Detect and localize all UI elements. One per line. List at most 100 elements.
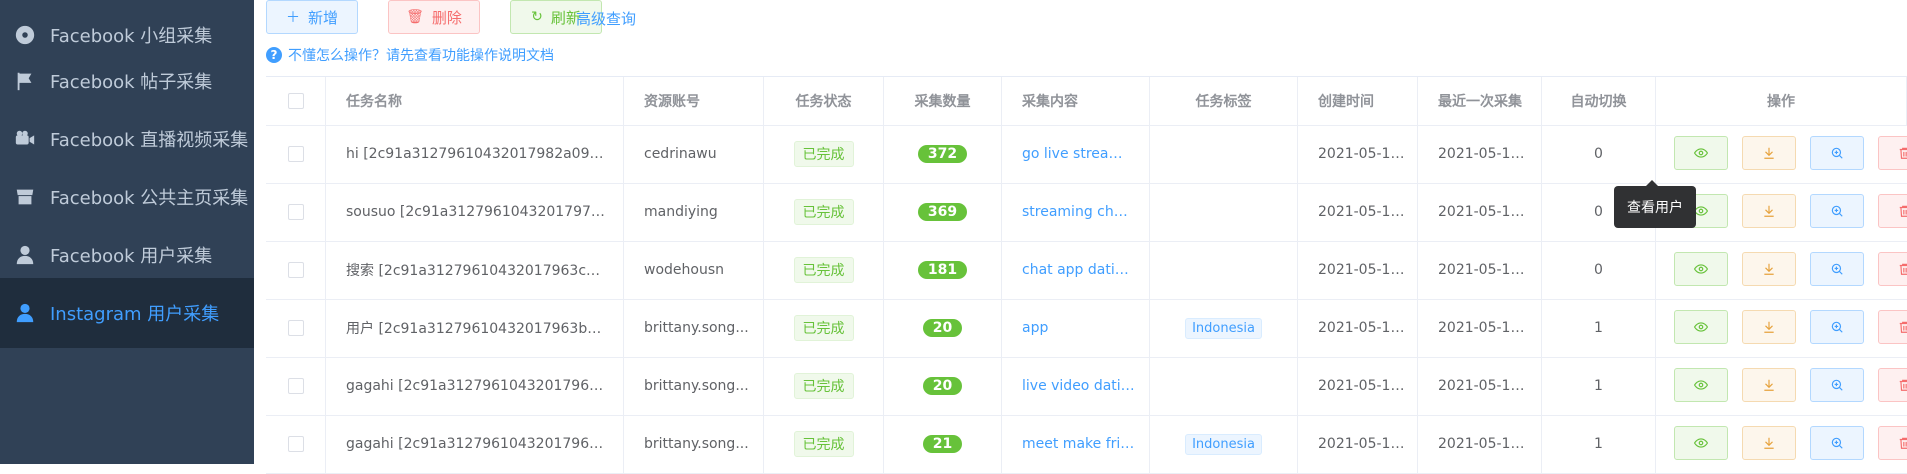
created-cell: 2021-05-19 ... (1298, 125, 1418, 183)
task-name: gagahi [2c91a312796104320179637a00... (346, 436, 608, 452)
download-button[interactable] (1742, 310, 1796, 344)
delete-row-button[interactable] (1878, 252, 1907, 286)
row-select-cell (266, 183, 326, 241)
advanced-query-link[interactable]: 高级查询 (576, 8, 636, 29)
download-icon (1762, 204, 1776, 218)
count-cell: 369 (884, 183, 1002, 241)
flag-icon (14, 70, 36, 92)
row-checkbox[interactable] (287, 262, 304, 278)
sidebar-item-instagram-user[interactable]: Instagram 用户采集 (0, 278, 254, 348)
header-actions: 操作 (1656, 77, 1907, 125)
sidebar-item-label: Instagram 用户采集 (50, 304, 220, 325)
view-user-button[interactable] (1674, 368, 1728, 402)
download-button[interactable] (1742, 368, 1796, 402)
collect-content-link[interactable]: streaming chat d (1022, 204, 1135, 220)
group-icon (14, 24, 36, 46)
user-icon (14, 302, 36, 324)
task-name-cell: hi [2c91a31279610432017982a09ffe5fd8] (326, 125, 624, 183)
view-user-tooltip: 查看用户 (1614, 180, 1696, 228)
select-all-checkbox[interactable] (287, 93, 304, 109)
header-task-name: 任务名称 (326, 77, 624, 125)
search-detail-button[interactable] (1810, 136, 1864, 170)
table-row: gagahi [2c91a31279610432017963847c... bri… (266, 357, 1907, 416)
collect-content-link[interactable]: go live streaming (1022, 146, 1135, 162)
task-name: gagahi [2c91a31279610432017963847c... (346, 378, 608, 394)
task-table: 任务名称 资源账号 任务状态 采集数量 采集内容 任务标签 创建时间 最近一次采… (266, 76, 1907, 474)
row-select-cell (266, 415, 326, 473)
download-button[interactable] (1742, 194, 1796, 228)
sidebar-item-label: Facebook 帖子采集 (50, 72, 213, 93)
eye-icon (1694, 378, 1708, 392)
trash-icon (1898, 262, 1907, 276)
search-detail-button[interactable] (1810, 426, 1864, 460)
download-icon (1762, 378, 1776, 392)
collect-content-link[interactable]: app (1022, 320, 1048, 336)
last-collect-time: 2021-05-17 ... (1438, 204, 1533, 220)
header-auto-switch: 自动切换 (1542, 77, 1656, 125)
row-select-cell (266, 125, 326, 183)
row-checkbox[interactable] (287, 146, 304, 162)
trash-icon (1898, 378, 1907, 392)
download-button[interactable] (1742, 252, 1796, 286)
content-cell: chat app dating li (1002, 241, 1150, 299)
table-row: 用户 [2c91a31279610432017963b3b3d... britta… (266, 299, 1907, 358)
download-button[interactable] (1742, 136, 1796, 170)
content-cell: app (1002, 299, 1150, 357)
created-time: 2021-05-13 ... (1318, 436, 1413, 452)
actions-cell (1656, 125, 1907, 183)
add-button[interactable]: ＋ 新增 (266, 0, 358, 34)
view-user-button[interactable] (1674, 252, 1728, 286)
collect-content-link[interactable]: live video dating (1022, 378, 1135, 394)
add-button-label: 新增 (307, 8, 338, 27)
tag-cell: Indonesia (1150, 415, 1298, 473)
view-user-button[interactable] (1674, 310, 1728, 344)
search-detail-button[interactable] (1810, 310, 1864, 344)
download-button[interactable] (1742, 426, 1796, 460)
row-select-cell (266, 241, 326, 299)
row-checkbox[interactable] (287, 378, 304, 394)
auto-switch-value: 1 (1594, 378, 1603, 394)
row-checkbox[interactable] (287, 204, 304, 220)
delete-row-button[interactable] (1878, 136, 1907, 170)
sidebar-item-label: Facebook 公共主页采集 (50, 188, 249, 209)
view-user-button[interactable] (1674, 426, 1728, 460)
status-cell: 已完成 (764, 357, 884, 415)
user-icon (14, 244, 36, 266)
sidebar: Facebook 小组采集 Facebook 帖子采集 Facebook 直播视… (0, 0, 254, 464)
resource-account: mandiying (644, 204, 718, 220)
tag-cell (1150, 183, 1298, 241)
table-row: hi [2c91a31279610432017982a09ffe5fd8] ced… (266, 125, 1907, 184)
resource-account: brittany.song... (644, 436, 749, 452)
count-badge: 372 (917, 145, 968, 163)
auto-switch-value: 0 (1594, 146, 1603, 162)
created-cell: 2021-05-13 ... (1298, 241, 1418, 299)
status-cell: 已完成 (764, 415, 884, 473)
view-user-button[interactable] (1674, 136, 1728, 170)
content-cell: live video dating (1002, 357, 1150, 415)
search-detail-button[interactable] (1810, 194, 1864, 228)
last-collect-time: 2021-05-13 ... (1438, 320, 1533, 336)
status-badge: 已完成 (793, 141, 854, 167)
help-link[interactable]: ? 不懂怎么操作？请先查看功能操作说明文档 (266, 45, 554, 65)
delete-row-button[interactable] (1878, 310, 1907, 344)
delete-row-button[interactable] (1878, 426, 1907, 460)
row-checkbox[interactable] (287, 436, 304, 452)
collect-content-link[interactable]: chat app dating li (1022, 262, 1135, 278)
search-detail-button[interactable] (1810, 368, 1864, 402)
header-tag: 任务标签 (1150, 77, 1298, 125)
actions-cell (1656, 357, 1907, 415)
video-icon (14, 128, 36, 150)
delete-row-button[interactable] (1878, 194, 1907, 228)
row-checkbox[interactable] (287, 320, 304, 336)
search-detail-button[interactable] (1810, 252, 1864, 286)
eye-icon (1694, 436, 1708, 450)
collect-content-link[interactable]: meet make friend (1022, 436, 1135, 452)
trash-icon (1898, 320, 1907, 334)
status-cell: 已完成 (764, 241, 884, 299)
question-icon: ? (266, 47, 282, 63)
plus-icon: ＋ (285, 10, 300, 26)
delete-row-button[interactable] (1878, 368, 1907, 402)
status-badge: 已完成 (793, 199, 854, 225)
delete-button[interactable]: 🗑 删除 (388, 0, 480, 34)
account-cell: brittany.song... (624, 415, 764, 473)
